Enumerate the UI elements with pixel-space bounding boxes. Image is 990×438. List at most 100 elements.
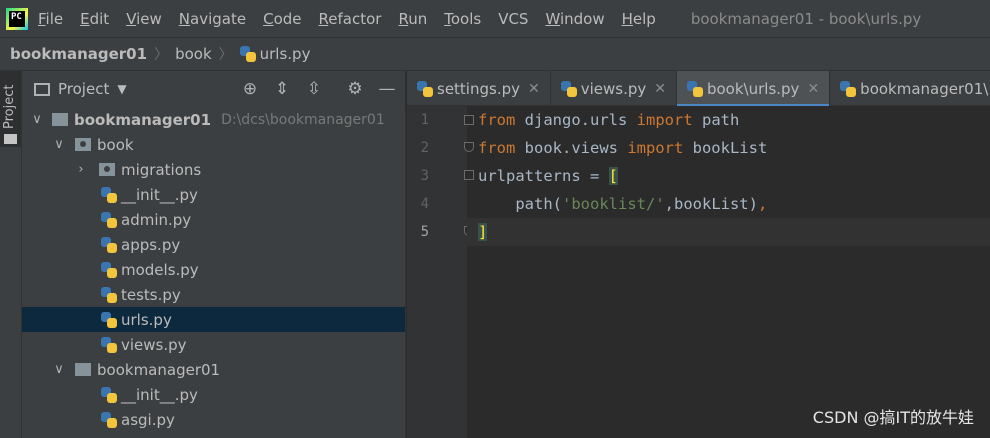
fold-marker-icon[interactable] — [464, 142, 474, 152]
tree-label: bookmanager01 — [74, 110, 212, 129]
menu-label: avigate — [190, 9, 247, 28]
code-keyword: import — [627, 139, 684, 157]
python-file-icon — [101, 186, 117, 203]
menu-edit[interactable]: Edit — [80, 10, 109, 28]
menu-mnemonic: R — [318, 9, 329, 28]
tree-row[interactable]: __init__.py — [22, 182, 405, 207]
tree-label: __init__.py — [121, 185, 198, 204]
menu-label: iew — [136, 9, 162, 28]
chevron-down-icon[interactable]: ∨ — [30, 112, 44, 127]
tab-views[interactable]: views.py ✕ — [551, 71, 677, 106]
python-file-icon — [101, 211, 117, 228]
line-number: 3 — [420, 168, 429, 184]
menu-label: efactor — [328, 9, 382, 28]
code-line: from book.views import bookList — [478, 134, 990, 162]
python-file-icon — [101, 411, 117, 428]
tab-bookmanager01[interactable]: bookmanager01\ — [830, 71, 990, 106]
tree-row[interactable]: ∨ book — [22, 132, 405, 157]
menu-mnemonic: F — [38, 9, 46, 28]
tree-row[interactable]: ∨ bookmanager01 — [22, 357, 405, 382]
tree-path: D:\dcs\bookmanager01 — [221, 111, 385, 128]
menu-tools[interactable]: Tools — [444, 10, 481, 28]
menu-mnemonic: C — [263, 9, 274, 28]
code-punctuation: , — [757, 195, 768, 213]
close-icon[interactable]: ✕ — [528, 81, 540, 97]
collapse-all-icon[interactable]: ⇳ — [304, 79, 324, 99]
project-tool-tab[interactable]: Project — [0, 71, 21, 147]
menu-label: elp — [632, 9, 656, 28]
menu-help[interactable]: Help — [622, 10, 656, 28]
python-file-icon — [239, 46, 256, 62]
chevron-down-icon[interactable]: ∨ — [52, 362, 66, 377]
python-file-icon — [840, 80, 857, 97]
tab-settings[interactable]: settings.py ✕ — [407, 71, 551, 106]
python-file-icon — [101, 386, 117, 403]
code-keyword: from — [478, 139, 516, 157]
tree-row[interactable]: › migrations — [22, 157, 405, 182]
code-text: path — [692, 111, 740, 129]
menu-label: VCS — [498, 9, 529, 28]
code-keyword: import — [636, 111, 693, 129]
tab-book-urls[interactable]: book\urls.py ✕ — [676, 71, 831, 107]
code-text: urlpatterns = — [478, 167, 609, 185]
menu-navigate[interactable]: Navigate — [179, 10, 246, 28]
project-tree: ∨ bookmanager01 D:\dcs\bookmanager01 ∨ b… — [22, 107, 405, 432]
chevron-right-icon[interactable]: › — [74, 162, 88, 177]
tree-row[interactable]: asgi.py — [22, 407, 405, 432]
tree-row-selected[interactable]: urls.py — [22, 307, 405, 332]
menu-file[interactable]: File — [38, 10, 63, 28]
python-file-icon — [417, 80, 433, 97]
breadcrumb-file[interactable]: urls.py — [239, 45, 311, 63]
menu-mnemonic: W — [545, 9, 560, 28]
minimize-icon[interactable]: — — [377, 79, 397, 99]
menu-refactor[interactable]: Refactor — [319, 10, 382, 28]
code-text: path( — [478, 195, 562, 213]
tree-row[interactable]: apps.py — [22, 232, 405, 257]
expand-all-icon[interactable]: ⇕ — [272, 79, 292, 99]
close-icon[interactable]: ✕ — [807, 81, 819, 97]
chevron-down-icon[interactable]: ▼ — [117, 82, 126, 96]
tree-row[interactable]: __init__.py — [22, 382, 405, 407]
code-text: ,bookList) — [664, 195, 758, 213]
code-string: 'booklist/' — [562, 195, 665, 213]
close-icon[interactable]: ✕ — [654, 81, 666, 97]
tree-row[interactable]: ∨ bookmanager01 D:\dcs\bookmanager01 — [22, 107, 405, 132]
menu-vcs[interactable]: VCS — [498, 10, 528, 28]
tree-row[interactable]: models.py — [22, 257, 405, 282]
menu-run[interactable]: Run — [398, 10, 427, 28]
code-text: django.urls — [515, 111, 637, 129]
editor-tabs: settings.py ✕ views.py ✕ book\urls.py ✕ … — [407, 71, 990, 107]
menu-bar: PC File Edit View Navigate Code Refactor… — [0, 0, 990, 37]
tree-label: views.py — [121, 335, 187, 354]
tree-row[interactable]: tests.py — [22, 282, 405, 307]
package-folder-icon — [75, 138, 91, 151]
code-editor[interactable]: 1 2 3 4 5 from django.urls import path f… — [407, 106, 990, 438]
python-file-icon — [101, 336, 117, 353]
tree-row[interactable]: admin.py — [22, 207, 405, 232]
fold-marker-icon[interactable] — [464, 170, 474, 180]
tree-row[interactable]: views.py — [22, 332, 405, 357]
breadcrumb-project[interactable]: bookmanager01 — [10, 45, 147, 63]
chevron-down-icon[interactable]: ∨ — [52, 137, 66, 152]
project-panel-title[interactable]: Project — [58, 80, 109, 98]
menu-code[interactable]: Code — [263, 10, 301, 28]
code-line: from django.urls import path — [478, 106, 990, 134]
code-keyword: from — [478, 111, 516, 129]
gear-icon[interactable]: ⚙ — [345, 79, 365, 99]
menu-mnemonic: N — [178, 9, 191, 28]
tree-label: models.py — [121, 260, 199, 279]
locate-icon[interactable]: ⊕ — [240, 79, 260, 99]
breadcrumb-folder[interactable]: book — [175, 45, 212, 63]
pycharm-logo-icon: PC — [6, 7, 28, 30]
tab-label: settings.py — [437, 79, 520, 98]
breadcrumb-file-label: urls.py — [259, 45, 311, 63]
code-line: path('booklist/',bookList), — [478, 190, 990, 218]
menu-mnemonic: H — [621, 9, 633, 28]
line-number: 4 — [420, 196, 429, 212]
menu-view[interactable]: View — [126, 10, 162, 28]
window-title: bookmanager01 - book\urls.py — [690, 9, 922, 28]
fold-marker-icon[interactable] — [464, 115, 474, 125]
menu-window[interactable]: Window — [545, 10, 604, 28]
tab-label: views.py — [580, 79, 647, 98]
tree-label: migrations — [121, 160, 202, 179]
